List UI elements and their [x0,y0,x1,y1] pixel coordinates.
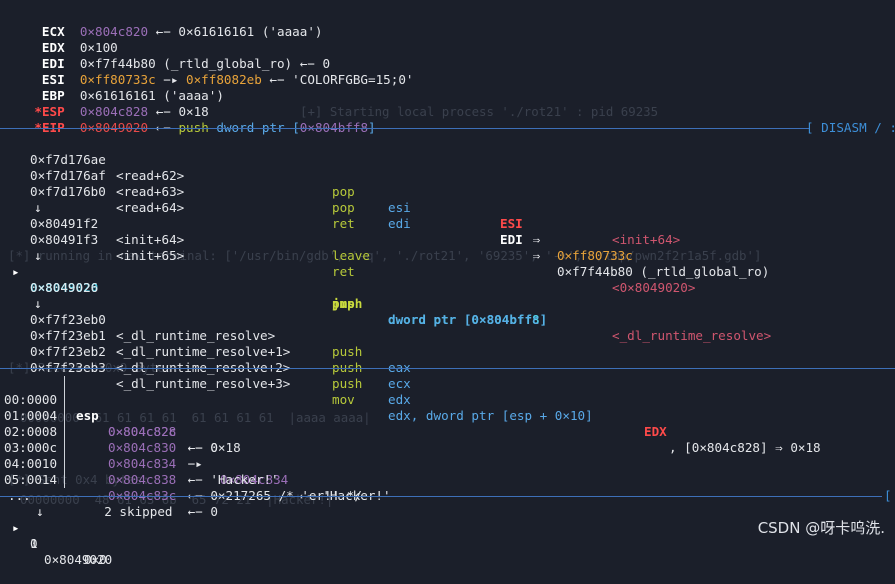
register-tail: ←− 'COLORFGBG=15;0' [261,72,414,87]
stack-reg: esp [76,408,99,423]
register-ebp: EBP 0×61616161 ('aaaa') [4,72,224,103]
disasm-line[interactable]: 0×80491f3 <init+65> ret <0×8049020> [0,216,695,295]
disasm-symbol: <read+62> [116,168,185,183]
ghost-text-4: 00000000 61 61 61 61 61 61 61 61 |aaaa a… [20,410,371,425]
stack-addr: 0×804c838 [108,472,177,487]
disasm-op: mov [332,392,355,407]
disasm-args: ecx [388,376,411,391]
disasm-line[interactable]: 0×8049026 jmp dword ptr [0×804bffc] <_dl… [0,264,771,343]
down-arrow-icon: ↓ [34,200,42,215]
register-ecx: ECX 0×804c820 ←− 0×61616161 ('aaaa') [4,8,323,39]
disasm-op: pop [332,184,355,199]
disasm-addr: 0×80491f3 [30,232,99,247]
disasm-addr: 0×f7f23eb0 [30,312,106,327]
disasm-note-tail: 0×f7f44b80 (_rtld_global_ro) [557,264,770,279]
disasm-args: dword ptr [0×804bffc] [388,312,548,327]
disasm-op: push [332,344,363,359]
disasm-flow-arrow: ↓ [0,232,42,263]
stack-separator [0,368,895,369]
disasm-addr: 0×80491f2 [30,216,99,231]
disasm-op: jmp [332,296,355,311]
watermark: CSDN @呀卡呜洗. [757,519,885,537]
disasm-line[interactable]: 0×f7f23eb2 <_dl_runtime_resolve+2> push … [0,328,411,407]
stack-row[interactable]: 04:0010 0×804c838 ←− 0×217265 /* 'er!' *… [0,440,362,503]
disasm-op: push [332,376,363,391]
disasm-args: esi [388,200,411,215]
frame-addr: 0×0 [84,552,107,567]
stack-skipped-row: ... ↓ 2 skipped [0,472,172,519]
register-eip: *EIP 0×8049020 ←− push dword ptr [0×804b… [4,104,375,135]
disasm-line[interactable]: 0×f7d176af <read+63> pop edi EDI ⇒ 0×f7f… [0,152,769,279]
disasm-target-symbol: <_dl_runtime_resolve> [612,328,772,343]
disasm-flow-arrow: ↓ [0,280,42,311]
down-arrow-icon: ↓ [34,248,42,263]
disasm-symbol: <_dl_runtime_resolve+3> [116,376,291,391]
disasm-symbol: <read+64> [116,200,185,215]
disasm-symbol: <read+63> [116,184,185,199]
stack-addr: 0×804c830 [108,440,177,455]
disasm-note-arrow: ⇒ [525,232,548,247]
backtrace-separator [0,496,882,497]
disasm-args: edi [388,216,411,231]
stack-value: ←− 0 [180,440,218,455]
disasm-note-arrow: ⇒ [525,248,548,263]
stack-row[interactable]: 05:0014 0×804c83c ←− 0 [0,456,218,519]
stack-row[interactable]: 01:0004 0×804c82c ←− 0 [0,392,218,455]
disasm-line[interactable]: 0×80491f2 <init+64> leave [0,200,370,263]
disasm-symbol: <init+64> [116,232,185,247]
disasm-addr: 0×f7d176af [30,168,106,183]
disasm-note-tail: , [0×804c828] ⇒ 0×18 [669,440,821,455]
disasm-addr: 0×f7f23eb1 [30,328,106,343]
disasm-note-value: 0×ff80733c [557,248,633,263]
disasm-target-symbol: <init+64> [612,232,681,247]
stack-row[interactable]: 00:0000 esp 0×804c828 ←− 0×18 [0,376,241,455]
disasm-header: [ DISASM / : [806,120,895,135]
stack-value: ←− 0 [180,504,218,519]
disasm-args: edx, dword ptr [esp + 0×10] [388,408,593,423]
disasm-target-symbol: <0×8049020> [612,280,696,295]
backtrace-frame[interactable]: 1 0×0 [0,520,107,567]
register-tail: ←− 0×61616161 ('aaaa') [148,24,323,39]
stack-addr: 0×804c834 [108,456,177,471]
disasm-addr: 0×f7f23eb2 [30,344,106,359]
disasm-line[interactable]: 0×f7d176ae <read+62> pop esi ESI ⇒ 0×ff8… [0,136,633,263]
backtrace-header: [ [884,488,892,503]
disasm-line[interactable]: 0×f7f23eb0 <_dl_runtime_resolve> push ea… [0,296,411,375]
register-esp: *ESP 0×804c828 ←− 0×18 [4,88,208,119]
disasm-current-line[interactable]: ▸ 0×8049020 push dword ptr [0×804bff8] [0,248,547,327]
stack-divider [64,376,65,488]
disasm-symbol: <_dl_runtime_resolve+1> [116,344,291,359]
disasm-note-reg: EDI [500,232,523,247]
stack-skipped: ↓ 2 skipped [36,504,173,519]
disasm-op: ret [332,216,355,231]
disasm-addr: 0×8049026 [30,280,99,295]
register-edi: EDI 0×f7f44b80 (_rtld_global_ro) ←− 0 [4,40,330,71]
stack-row[interactable]: 03:000c 0×804c834 ←− 'Hacker!' [0,424,279,487]
disasm-op: pop [332,200,355,215]
disasm-symbol: <_dl_runtime_resolve> [116,328,276,343]
disasm-args: edx [388,392,411,407]
disasm-note-reg: EDX [644,424,667,439]
backtrace-frame[interactable]: ▸ 0 0×8049020 [0,504,112,567]
disasm-addr: 0×f7d176b0 [30,184,106,199]
stack-value: ←− 'Hacker!' [180,472,279,487]
disasm-addr: 0×f7d176ae [30,152,106,167]
disasm-op: leave [332,248,370,263]
disasm-symbol: <init+65> [116,248,185,263]
register-esi: ESI 0×ff80733c −▸ 0×ff8082eb ←− 'COLORFG… [4,56,414,87]
disasm-op: ret [332,264,355,279]
register-edx: EDX 0×100 [4,24,118,55]
frame-index: 1 [30,536,38,551]
down-arrow-icon: ↓ [34,296,42,311]
disasm-line[interactable]: 0×f7f23eb3 <_dl_runtime_resolve+3> mov e… [0,344,821,455]
disasm-line[interactable]: 0×f7d176b0 <read+64> ret <init+64> [0,168,680,247]
disasm-flow-arrow: ↓ [0,184,42,215]
stack-row[interactable]: 02:0008 0×804c830 −▸ 0×804c834 ←− 'Hacke… [0,408,391,503]
stack-addr: 0×804c82c [108,424,177,439]
disasm-line[interactable]: 0×f7f23eb1 <_dl_runtime_resolve+1> push … [0,312,411,391]
disasm-separator [0,128,810,129]
stack-value: −▸ [180,456,211,471]
disasm-note-reg: ESI [500,216,523,231]
